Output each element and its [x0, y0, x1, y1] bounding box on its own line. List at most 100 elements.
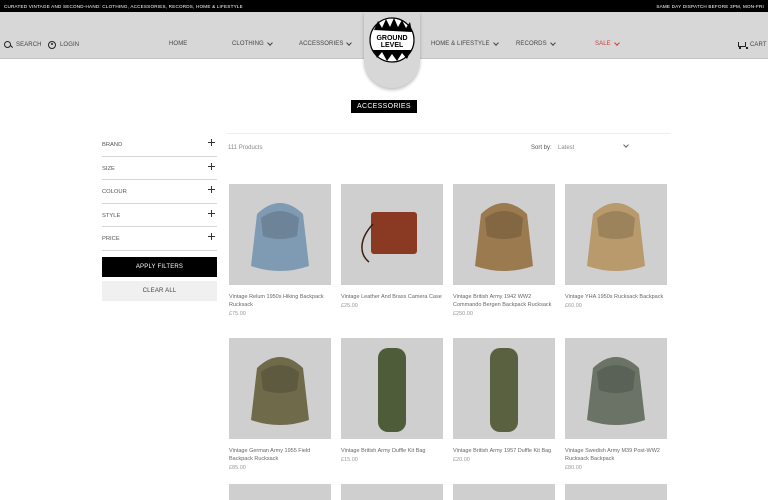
search-label: SEARCH — [16, 42, 42, 48]
product-image[interactable] — [565, 484, 667, 500]
product-card[interactable]: Vintage YHA 1950s Rucksack Backpack £60.0… — [565, 184, 667, 309]
product-image[interactable] — [565, 338, 667, 439]
nav-home[interactable]: HOME — [169, 41, 187, 47]
chevron-down-icon — [613, 39, 620, 46]
nav-home-lifestyle-label: HOME & LIFESTYLE — [431, 41, 490, 47]
user-icon — [48, 41, 56, 49]
cart-button[interactable]: CART — [737, 41, 767, 49]
filter-brand[interactable]: BRAND — [102, 133, 217, 157]
product-name[interactable]: Vintage Swedish Army M39 Post-WW2 Rucksa… — [565, 447, 667, 463]
chevron-down-icon — [492, 39, 499, 46]
product-price: £250.00 — [453, 311, 473, 317]
filter-colour[interactable]: COLOUR — [102, 180, 217, 204]
filter-style-label: STYLE — [102, 212, 121, 219]
product-image[interactable] — [453, 484, 555, 500]
product-image[interactable] — [453, 184, 555, 285]
nav-home-lifestyle[interactable]: HOME & LIFESTYLE — [431, 39, 499, 47]
sort-label: Sort by: — [531, 145, 552, 151]
sort-select[interactable]: Latest — [558, 142, 630, 153]
product-price: £60.00 — [565, 303, 582, 309]
product-name[interactable]: Vintage YHA 1950s Rucksack Backpack — [565, 293, 667, 301]
product-card-partial[interactable] — [341, 484, 443, 500]
product-price: £75.00 — [229, 311, 246, 317]
announcement-right: SAME DAY DISPATCH BEFORE 3PM, MON-FRI — [656, 3, 764, 9]
nav-sale[interactable]: SALE — [595, 39, 620, 47]
product-name[interactable]: Vintage German Army 1955 Field Backpack … — [229, 447, 331, 463]
bag-icon — [475, 203, 533, 271]
bag-icon — [378, 348, 406, 432]
product-price: £85.00 — [229, 465, 246, 471]
search-button[interactable]: SEARCH — [4, 41, 42, 49]
product-name[interactable]: Vintage Relum 1950s Hiking Backpack Ruck… — [229, 293, 331, 309]
plus-icon — [208, 162, 215, 170]
product-image[interactable] — [341, 484, 443, 500]
filter-brand-label: BRAND — [102, 142, 123, 148]
product-image[interactable] — [229, 338, 331, 439]
filter-size-label: SIZE — [102, 165, 115, 172]
clear-all-button[interactable]: CLEAR ALL — [102, 281, 217, 301]
nav-records-label: RECORDS — [516, 41, 547, 47]
product-image[interactable] — [341, 338, 443, 439]
login-label: LOGIN — [60, 42, 80, 48]
svg-text:GROUND: GROUND — [376, 35, 407, 42]
page-title: ACCESSORIES — [351, 100, 417, 113]
filter-style[interactable]: STYLE — [102, 204, 217, 227]
products-divider — [227, 133, 671, 134]
filter-size[interactable]: SIZE — [102, 157, 217, 180]
product-card[interactable]: Vintage British Army Duffle Kit Bag £15.0… — [341, 338, 443, 463]
product-price: £80.00 — [565, 465, 582, 471]
filter-list: BRAND SIZE COLOUR STYLE PRICE — [102, 133, 217, 251]
nav-records[interactable]: RECORDS — [516, 39, 556, 47]
product-image[interactable] — [229, 184, 331, 285]
plus-icon — [208, 209, 215, 217]
chevron-down-icon — [346, 39, 353, 46]
sort-value: Latest — [558, 145, 575, 151]
login-button[interactable]: LOGIN — [48, 41, 79, 49]
nav-home-label: HOME — [169, 41, 188, 47]
bag-icon — [587, 357, 645, 425]
product-price: £25.00 — [341, 303, 358, 309]
bag-icon — [251, 357, 309, 425]
product-image[interactable] — [453, 338, 555, 439]
bag-icon — [361, 212, 417, 263]
search-icon — [4, 41, 12, 49]
logo-emblem: GROUND LEVEL — [369, 17, 415, 63]
product-card-partial[interactable] — [453, 484, 555, 500]
cart-icon — [737, 41, 748, 49]
product-card[interactable]: Vintage German Army 1955 Field Backpack … — [229, 338, 331, 471]
plus-icon — [208, 186, 215, 193]
nav-clothing[interactable]: CLOTHING — [232, 39, 273, 47]
nav-accessories[interactable]: ACCESSORIES — [299, 39, 353, 47]
product-name[interactable]: Vintage British Army 1942 WW2 Commando B… — [453, 293, 555, 309]
plus-icon — [208, 139, 215, 146]
filter-price[interactable]: PRICE — [102, 227, 217, 251]
product-image[interactable] — [565, 184, 667, 285]
bag-icon — [490, 348, 518, 432]
product-card[interactable]: Vintage British Army 1957 Duffle Kit Bag… — [453, 338, 555, 463]
announcement-bar: CURATED VINTAGE AND SECOND-HAND: CLOTHIN… — [0, 0, 768, 12]
product-card-partial[interactable] — [565, 484, 667, 500]
chevron-down-icon — [549, 39, 556, 46]
product-name[interactable]: Vintage Leather And Brass Camera Case — [341, 293, 443, 301]
product-name[interactable]: Vintage British Army Duffle Kit Bag — [341, 447, 443, 455]
product-price: £20.00 — [453, 457, 470, 463]
product-image[interactable] — [229, 484, 331, 500]
filter-price-label: PRICE — [102, 236, 120, 242]
svg-text:LEVEL: LEVEL — [381, 42, 404, 49]
apply-filters-button[interactable]: APPLY FILTERS — [102, 257, 217, 277]
site-logo[interactable]: GROUND LEVEL — [364, 12, 420, 88]
product-card[interactable]: Vintage British Army 1942 WW2 Commando B… — [453, 184, 555, 317]
product-card[interactable]: Vintage Swedish Army M39 Post-WW2 Rucksa… — [565, 338, 667, 471]
product-name[interactable]: Vintage British Army 1957 Duffle Kit Bag — [453, 447, 555, 455]
product-price: £15.00 — [341, 457, 358, 463]
cart-label: CART — [750, 42, 767, 48]
bag-icon — [251, 203, 309, 271]
announcement-left: CURATED VINTAGE AND SECOND-HAND: CLOTHIN… — [4, 3, 243, 9]
chevron-down-icon — [266, 39, 273, 46]
nav-accessories-label: ACCESSORIES — [299, 41, 344, 47]
product-card[interactable]: Vintage Leather And Brass Camera Case £25… — [341, 184, 443, 309]
product-card-partial[interactable] — [229, 484, 331, 500]
product-card[interactable]: Vintage Relum 1950s Hiking Backpack Ruck… — [229, 184, 331, 317]
nav-sale-label: SALE — [595, 41, 611, 47]
product-image[interactable] — [341, 184, 443, 285]
